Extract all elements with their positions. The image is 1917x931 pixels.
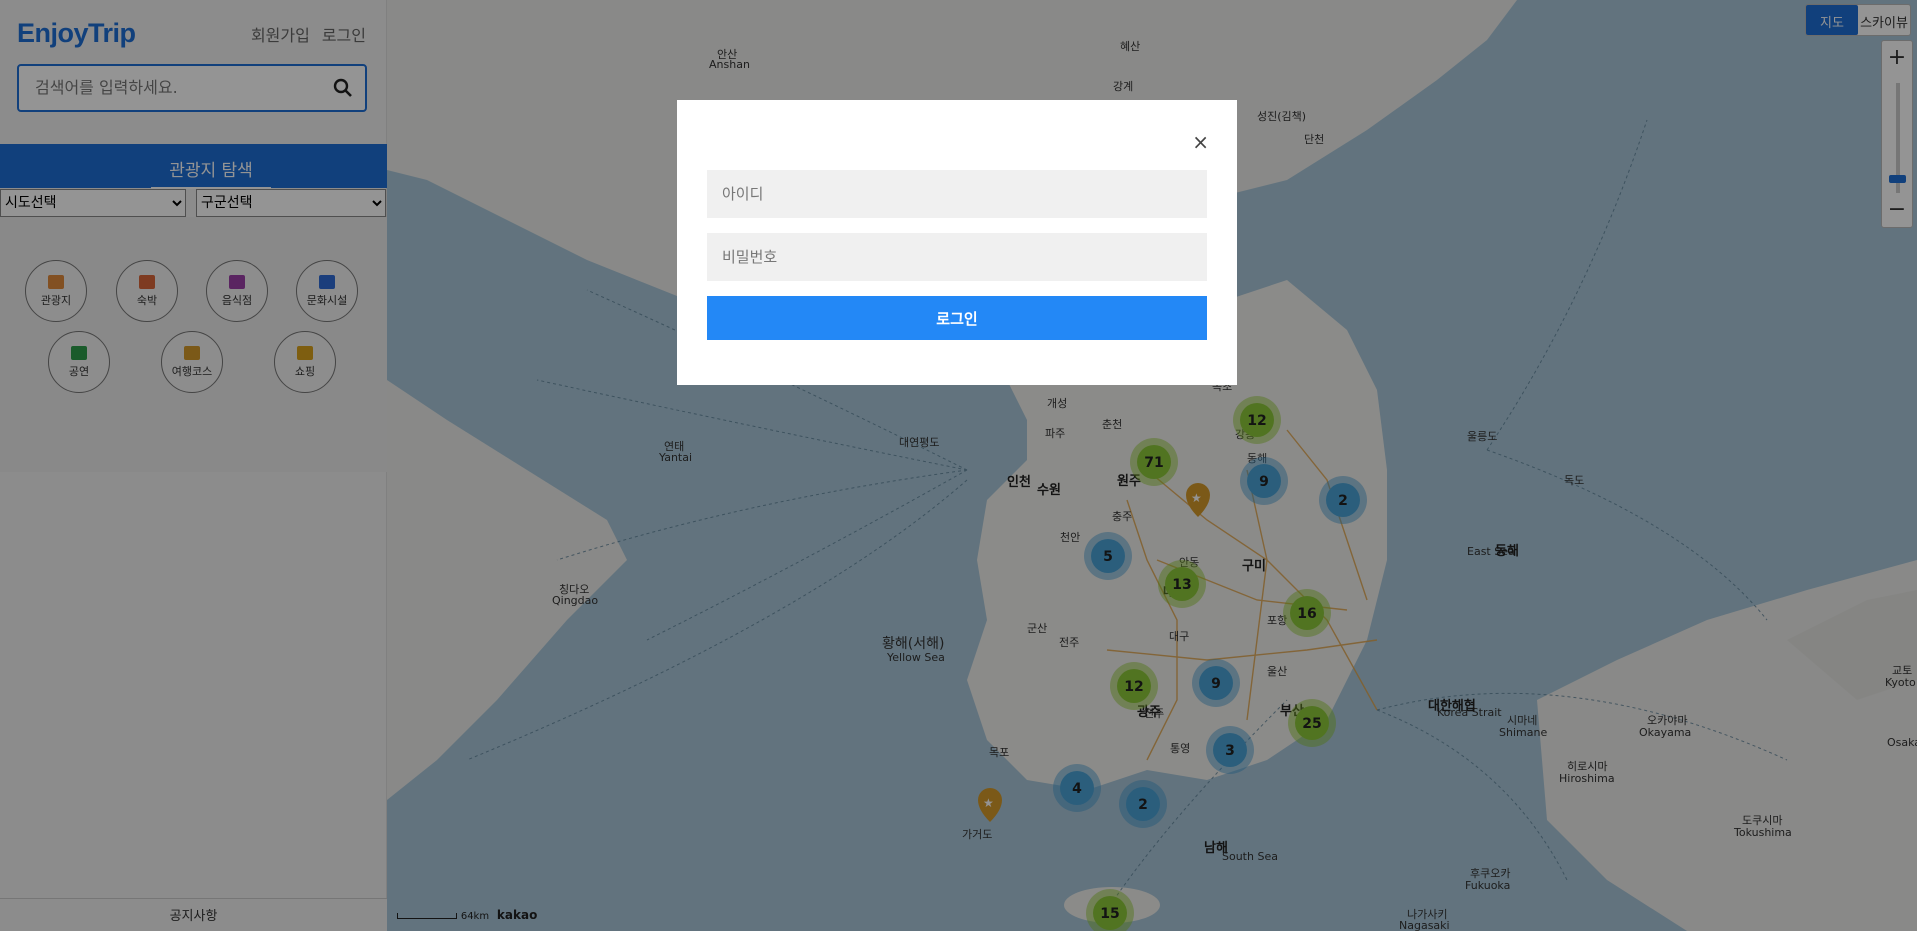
password-field[interactable] — [707, 233, 1207, 281]
close-icon[interactable]: × — [1192, 130, 1209, 154]
login-modal: × 로그인 — [677, 100, 1237, 385]
login-button[interactable]: 로그인 — [707, 296, 1207, 340]
id-field[interactable] — [707, 170, 1207, 218]
